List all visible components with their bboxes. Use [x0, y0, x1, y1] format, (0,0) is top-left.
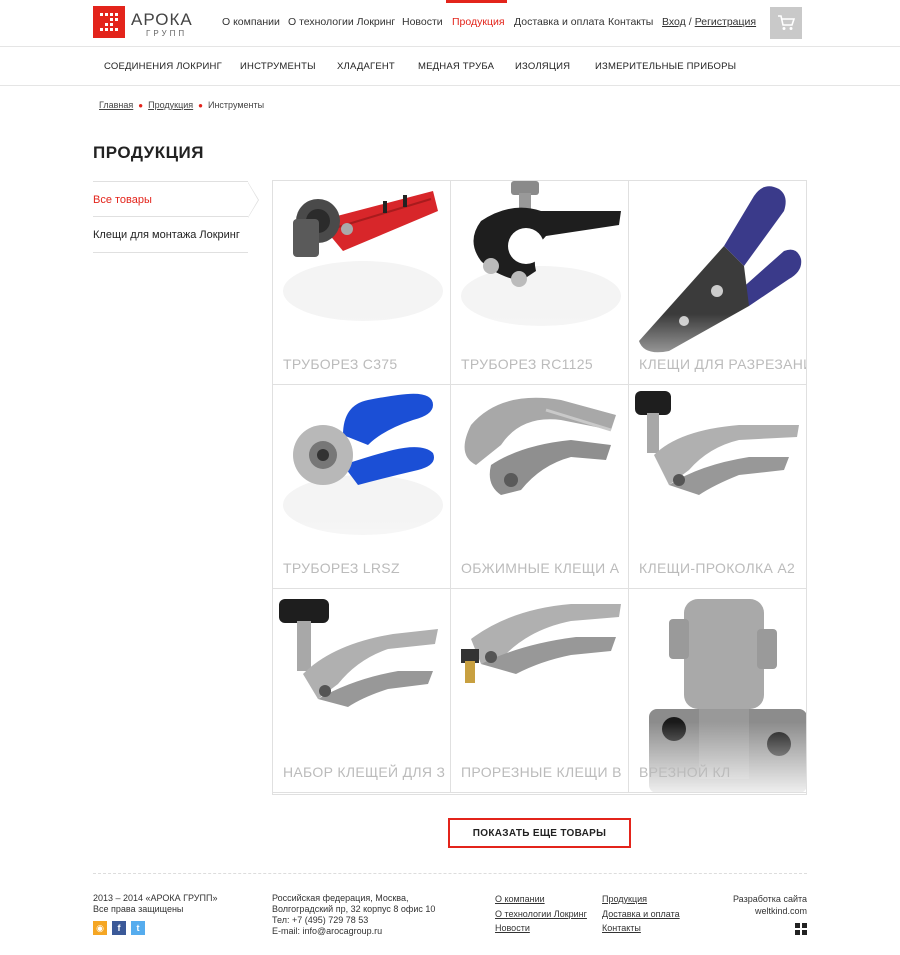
product-title: ПРОРЕЗНЫЕ КЛЕЩИ В: [461, 764, 622, 780]
cart-icon: [778, 15, 795, 30]
footer-address: Российская федерация, Москва, Волгоградс…: [272, 893, 435, 937]
product-title: ТРУБОРЕЗ С375: [283, 356, 398, 372]
weltkind-logo-icon[interactable]: [795, 923, 807, 935]
developer-credit[interactable]: Разработка сайта weltkind.com: [720, 893, 807, 917]
nav-delivery[interactable]: Доставка и оплата: [514, 16, 605, 28]
sidebar: Все товары Клещи для монтажа Локринг: [93, 181, 259, 253]
card-fade: [629, 518, 806, 588]
product-card[interactable]: ОБЖИМНЫЕ КЛЕЩИ А: [451, 385, 629, 589]
footer-link-technology[interactable]: О технологии Локринг: [495, 907, 587, 922]
social-links: ◉ f t: [93, 921, 150, 935]
card-fade: [451, 314, 628, 384]
breadcrumb-current: Инструменты: [207, 100, 265, 110]
site-footer: 2013 – 2014 «АРОКА ГРУПП» Все права защи…: [0, 890, 900, 955]
category-tools[interactable]: ИНСТРУМЕНТЫ: [240, 61, 316, 72]
category-lokring[interactable]: СОЕДИНЕНИЯ ЛОКРИНГ: [104, 61, 222, 72]
card-fade: [273, 722, 450, 792]
product-title: ТРУБОРЕЗ LRSZ: [283, 560, 400, 576]
product-grid: ТРУБОРЕЗ С375 ТРУБОРЕЗ RC1125 КЛЕЩИ ДЛЯ …: [272, 180, 807, 795]
phone: Тел: +7 (495) 729 78 53: [272, 915, 369, 925]
product-title: КЛЕЩИ-ПРОКОЛКА А2: [639, 560, 796, 576]
address-line: Волгоградский пр, 32 корпус 8 офис 10: [272, 904, 436, 914]
footer-links-2: Продукция Доставка и оплата Контакты: [602, 892, 680, 936]
category-copper-pipe[interactable]: МЕДНАЯ ТРУБА: [418, 61, 494, 72]
footer-link-news[interactable]: Новости: [495, 921, 587, 936]
category-nav: СОЕДИНЕНИЯ ЛОКРИНГ ИНСТРУМЕНТЫ ХЛАДАГЕНТ…: [0, 47, 900, 86]
logo-mark-icon: [93, 6, 125, 38]
footer-link-contacts[interactable]: Контакты: [602, 921, 680, 936]
footer-link-delivery[interactable]: Доставка и оплата: [602, 907, 680, 922]
sidebar-item-lokring-pliers[interactable]: Клещи для монтажа Локринг: [93, 217, 248, 253]
breadcrumb-home[interactable]: Главная: [99, 100, 133, 110]
footer-links-1: О компании О технологии Локринг Новости: [495, 892, 587, 936]
address-line: Российская федерация, Москва,: [272, 893, 409, 903]
product-title: ТРУБОРЕЗ RC1125: [461, 356, 593, 372]
cart-button[interactable]: [770, 7, 802, 39]
breadcrumb-products[interactable]: Продукция: [148, 100, 193, 110]
sidebar-item-label: Все товары: [93, 194, 152, 206]
active-nav-indicator: [446, 0, 507, 3]
logo[interactable]: АРОКА ГРУПП: [93, 6, 193, 40]
nav-news[interactable]: Новости: [402, 16, 443, 28]
product-card[interactable]: НАБОР КЛЕЩЕЙ ДЛЯ З: [273, 589, 451, 793]
card-fade: [451, 518, 628, 588]
email: E-mail: info@arocagroup.ru: [272, 926, 383, 936]
breadcrumb-dot-icon: ●: [138, 101, 144, 110]
nav-contacts[interactable]: Контакты: [608, 16, 653, 28]
footer-copyright: 2013 – 2014 «АРОКА ГРУПП» Все права защи…: [93, 893, 217, 915]
footer-link-products[interactable]: Продукция: [602, 892, 680, 907]
footer-divider: [93, 873, 807, 874]
product-card[interactable]: ВРЕЗНОЙ КЛ: [629, 589, 807, 793]
twitter-icon[interactable]: t: [131, 921, 145, 935]
copyright-line: 2013 – 2014 «АРОКА ГРУПП»: [93, 893, 218, 903]
card-fade: [451, 722, 628, 792]
breadcrumb: Главная ● Продукция ● Инструменты: [99, 100, 264, 110]
product-title: ОБЖИМНЫЕ КЛЕЩИ А: [461, 560, 620, 576]
site-header: АРОКА ГРУПП О компании О технологии Локр…: [0, 0, 900, 47]
card-fade: [629, 722, 806, 792]
product-card[interactable]: КЛЕЩИ ДЛЯ РАЗРЕЗАНИЯ: [629, 181, 807, 385]
rss-icon[interactable]: ◉: [93, 921, 107, 935]
page-title: ПРОДУКЦИЯ: [93, 143, 204, 162]
sidebar-item-all[interactable]: Все товары: [93, 181, 259, 218]
card-fade: [629, 314, 806, 384]
product-card[interactable]: ТРУБОРЕЗ LRSZ: [273, 385, 451, 589]
auth-separator: /: [688, 16, 692, 28]
nav-about[interactable]: О компании: [222, 16, 280, 28]
card-fade: [273, 314, 450, 384]
product-card[interactable]: КЛЕЩИ-ПРОКОЛКА А2: [629, 385, 807, 589]
logo-name: АРОКА: [131, 10, 193, 29]
sidebar-item-label: Клещи для монтажа Локринг: [93, 229, 240, 241]
developer-label: Разработка сайта: [732, 894, 807, 904]
register-link[interactable]: Регистрация: [695, 16, 756, 28]
rights-line: Все права защищены: [93, 904, 184, 914]
auth-links: Вход / Регистрация: [662, 16, 756, 28]
breadcrumb-dot-icon: ●: [198, 101, 203, 110]
product-card[interactable]: ПРОРЕЗНЫЕ КЛЕЩИ В: [451, 589, 629, 793]
category-insulation[interactable]: ИЗОЛЯЦИЯ: [515, 61, 570, 72]
product-card[interactable]: ТРУБОРЕЗ С375: [273, 181, 451, 385]
developer-site: weltkind.com: [754, 906, 807, 916]
nav-technology[interactable]: О технологии Локринг: [288, 16, 395, 28]
show-more-button[interactable]: ПОКАЗАТЬ ЕЩЕ ТОВАРЫ: [448, 818, 631, 848]
category-measuring[interactable]: ИЗМЕРИТЕЛЬНЫЕ ПРИБОРЫ: [595, 61, 736, 72]
logo-subtitle: ГРУПП: [146, 29, 188, 38]
product-title: ВРЕЗНОЙ КЛ: [639, 764, 731, 780]
product-title: КЛЕЩИ ДЛЯ РАЗРЕЗАНИЯ: [639, 356, 807, 372]
product-title: НАБОР КЛЕЩЕЙ ДЛЯ З: [283, 764, 446, 780]
footer-link-about[interactable]: О компании: [495, 892, 587, 907]
nav-products[interactable]: Продукция: [452, 16, 505, 28]
product-card[interactable]: ТРУБОРЕЗ RC1125: [451, 181, 629, 385]
login-link[interactable]: Вход: [662, 16, 686, 28]
category-refrigerant[interactable]: ХЛАДАГЕНТ: [337, 61, 395, 72]
facebook-icon[interactable]: f: [112, 921, 126, 935]
card-fade: [273, 518, 450, 588]
